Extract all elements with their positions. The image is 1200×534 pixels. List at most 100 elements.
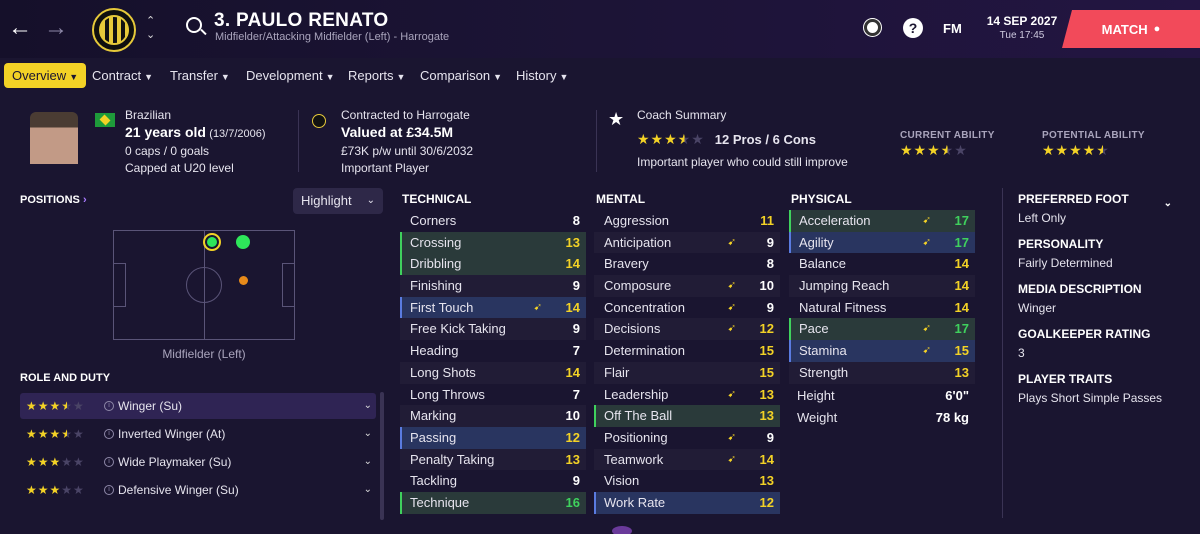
info-icon[interactable]: i — [104, 401, 114, 411]
attribute-row[interactable]: Marking 10 — [400, 405, 586, 427]
info-icon[interactable]: i — [104, 485, 114, 495]
tab-development[interactable]: Development ▼ — [238, 63, 343, 88]
role-row[interactable]: ★★★★★ i Defensive Winger (Su) ⌄ — [20, 477, 376, 503]
chevron-down-icon[interactable]: ⌄ — [364, 421, 372, 447]
back-arrow-icon[interactable]: ← — [8, 14, 32, 42]
fm-logo[interactable]: FM — [943, 21, 962, 36]
attribute-value: 9 — [572, 321, 580, 337]
attribute-row[interactable]: Decisions ➹ 12 — [594, 318, 780, 340]
attribute-row[interactable]: Composure ➹ 10 — [594, 275, 780, 297]
attribute-name: Leadership — [604, 386, 669, 402]
ball-icon[interactable] — [864, 19, 881, 36]
position-dot-ml[interactable] — [203, 233, 221, 251]
player-trait[interactable]: Plays Short Simple Passes — [1018, 391, 1200, 405]
attribute-row[interactable]: Off The Ball 13 — [594, 405, 780, 427]
tab-comparison[interactable]: Comparison ▼ — [412, 63, 510, 88]
attribute-row[interactable]: Passing 12 — [400, 426, 586, 449]
trend-arrow-icon: ➹ — [727, 431, 736, 443]
role-row[interactable]: ★★★★★ i Winger (Su) ⌄ — [20, 393, 376, 419]
attribute-row[interactable]: Corners 8 — [400, 210, 586, 232]
search-icon[interactable] — [186, 17, 202, 33]
player-traits-title: PLAYER TRAITS — [1018, 372, 1113, 386]
attribute-row[interactable]: Concentration ➹ 9 — [594, 297, 780, 319]
age-line: 21 years old (13/7/2006) — [125, 124, 266, 143]
position-dot-amc[interactable] — [239, 276, 248, 285]
attribute-row[interactable]: Agility ➹ 17 — [789, 231, 975, 254]
attribute-row[interactable]: Balance 14 — [789, 253, 975, 275]
attribute-value: 8 — [572, 213, 580, 228]
preferred-foot-title[interactable]: PREFERRED FOOT ⌄ — [1018, 192, 1200, 209]
attribute-row[interactable]: Positioning ➹ 9 — [594, 427, 780, 449]
attribute-row[interactable]: Leadership ➹ 13 — [594, 384, 780, 406]
match-button[interactable]: MATCH ● — [1062, 10, 1200, 48]
notification-indicator[interactable] — [612, 526, 632, 534]
help-icon[interactable]: ? — [903, 18, 923, 38]
positions-title[interactable]: POSITIONS › — [20, 194, 87, 206]
attribute-name: Passing — [410, 429, 457, 445]
attribute-row[interactable]: Flair 15 — [594, 362, 780, 384]
attribute-row[interactable]: Vision 13 — [594, 470, 780, 492]
attribute-value: 12 — [565, 429, 580, 445]
chevron-down-icon[interactable]: ⌄ — [364, 393, 372, 419]
attribute-row[interactable]: Anticipation ➹ 9 — [594, 232, 780, 254]
brazil-flag-icon — [95, 113, 115, 127]
attribute-row[interactable]: Acceleration ➹ 17 — [789, 210, 975, 232]
club-badge-icon[interactable] — [92, 8, 136, 52]
trend-arrow-icon: ➹ — [727, 323, 736, 335]
coach-rating: ★★★★★ 12 Pros / 6 Cons — [637, 131, 816, 149]
attribute-row[interactable]: Teamwork ➹ 14 — [594, 449, 780, 471]
position-label: Midfielder (Left) — [162, 347, 246, 361]
role-row[interactable]: ★★★★★ i Inverted Winger (At) ⌄ — [20, 421, 376, 447]
chevron-down-icon[interactable]: ⌄ — [146, 28, 155, 42]
attribute-name: Bravery — [604, 256, 649, 272]
chevron-up-icon[interactable]: ⌃ — [146, 14, 155, 28]
attribute-row[interactable]: Free Kick Taking 9 — [400, 318, 586, 340]
attribute-row[interactable]: Heading 7 — [400, 340, 586, 362]
coach-summary-title[interactable]: Coach Summary — [637, 107, 726, 124]
chevron-down-icon[interactable]: ⌄ — [364, 477, 372, 503]
attribute-row[interactable]: Technique 16 — [400, 491, 586, 514]
tab-transfer[interactable]: Transfer ▼ — [162, 63, 238, 88]
attribute-value: 14 — [954, 256, 969, 272]
attribute-name: Determination — [604, 343, 685, 359]
attribute-row[interactable]: Determination 15 — [594, 340, 780, 362]
player-switcher[interactable]: ⌃ ⌄ — [146, 14, 155, 42]
attribute-row[interactable]: Natural Fitness 14 — [789, 297, 975, 319]
attribute-row[interactable]: Jumping Reach 14 — [789, 275, 975, 297]
attribute-row[interactable]: Penalty Taking 13 — [400, 449, 586, 471]
role-row[interactable]: ★★★★★ i Wide Playmaker (Su) ⌄ — [20, 449, 376, 475]
attribute-row[interactable]: Crossing 13 — [400, 231, 586, 254]
tab-overview[interactable]: Overview ▼ — [4, 63, 87, 88]
attribute-row[interactable]: Work Rate 12 — [594, 491, 780, 514]
goalkeeper-rating: 3 — [1018, 346, 1025, 360]
attribute-row[interactable]: Long Shots 14 — [400, 362, 586, 384]
tab-reports[interactable]: Reports ▼ — [340, 63, 413, 88]
info-icon[interactable]: i — [104, 457, 114, 467]
position-dot-aml[interactable] — [236, 235, 250, 249]
roles-scrollbar[interactable] — [380, 392, 384, 520]
highlight-dropdown[interactable]: Highlight ⌄ — [293, 188, 383, 214]
info-icon[interactable]: i — [104, 429, 114, 439]
attribute-value: 9 — [572, 473, 580, 489]
attribute-name: Anticipation — [604, 234, 672, 250]
attribute-row[interactable]: Finishing 9 — [400, 275, 586, 297]
attribute-row[interactable]: Tackling 9 — [400, 470, 586, 492]
attribute-row[interactable]: Strength 13 — [789, 362, 975, 384]
attribute-row[interactable]: First Touch ➹ 14 — [400, 296, 586, 319]
tab-contract[interactable]: Contract ▼ — [84, 63, 161, 88]
attribute-row[interactable]: Pace ➹ 17 — [789, 318, 975, 341]
forward-arrow-icon[interactable]: → — [44, 14, 68, 42]
attribute-row[interactable]: Stamina ➹ 15 — [789, 340, 975, 362]
attribute-value: 7 — [572, 343, 580, 359]
chevron-down-icon[interactable]: ⌄ — [1164, 198, 1172, 209]
squad-status: Important Player — [341, 161, 430, 175]
attribute-row[interactable]: Dribbling 14 — [400, 253, 586, 276]
tab-history[interactable]: History ▼ — [508, 63, 576, 88]
divider — [596, 110, 597, 172]
chevron-down-icon[interactable]: ⌄ — [364, 449, 372, 475]
attribute-row[interactable]: Long Throws 7 — [400, 384, 586, 406]
game-date[interactable]: 14 SEP 2027 Tue 17:45 — [982, 14, 1062, 41]
attribute-row[interactable]: Bravery 8 — [594, 253, 780, 275]
attribute-row[interactable]: Aggression 11 — [594, 210, 780, 232]
attribute-name: Balance — [799, 256, 846, 272]
